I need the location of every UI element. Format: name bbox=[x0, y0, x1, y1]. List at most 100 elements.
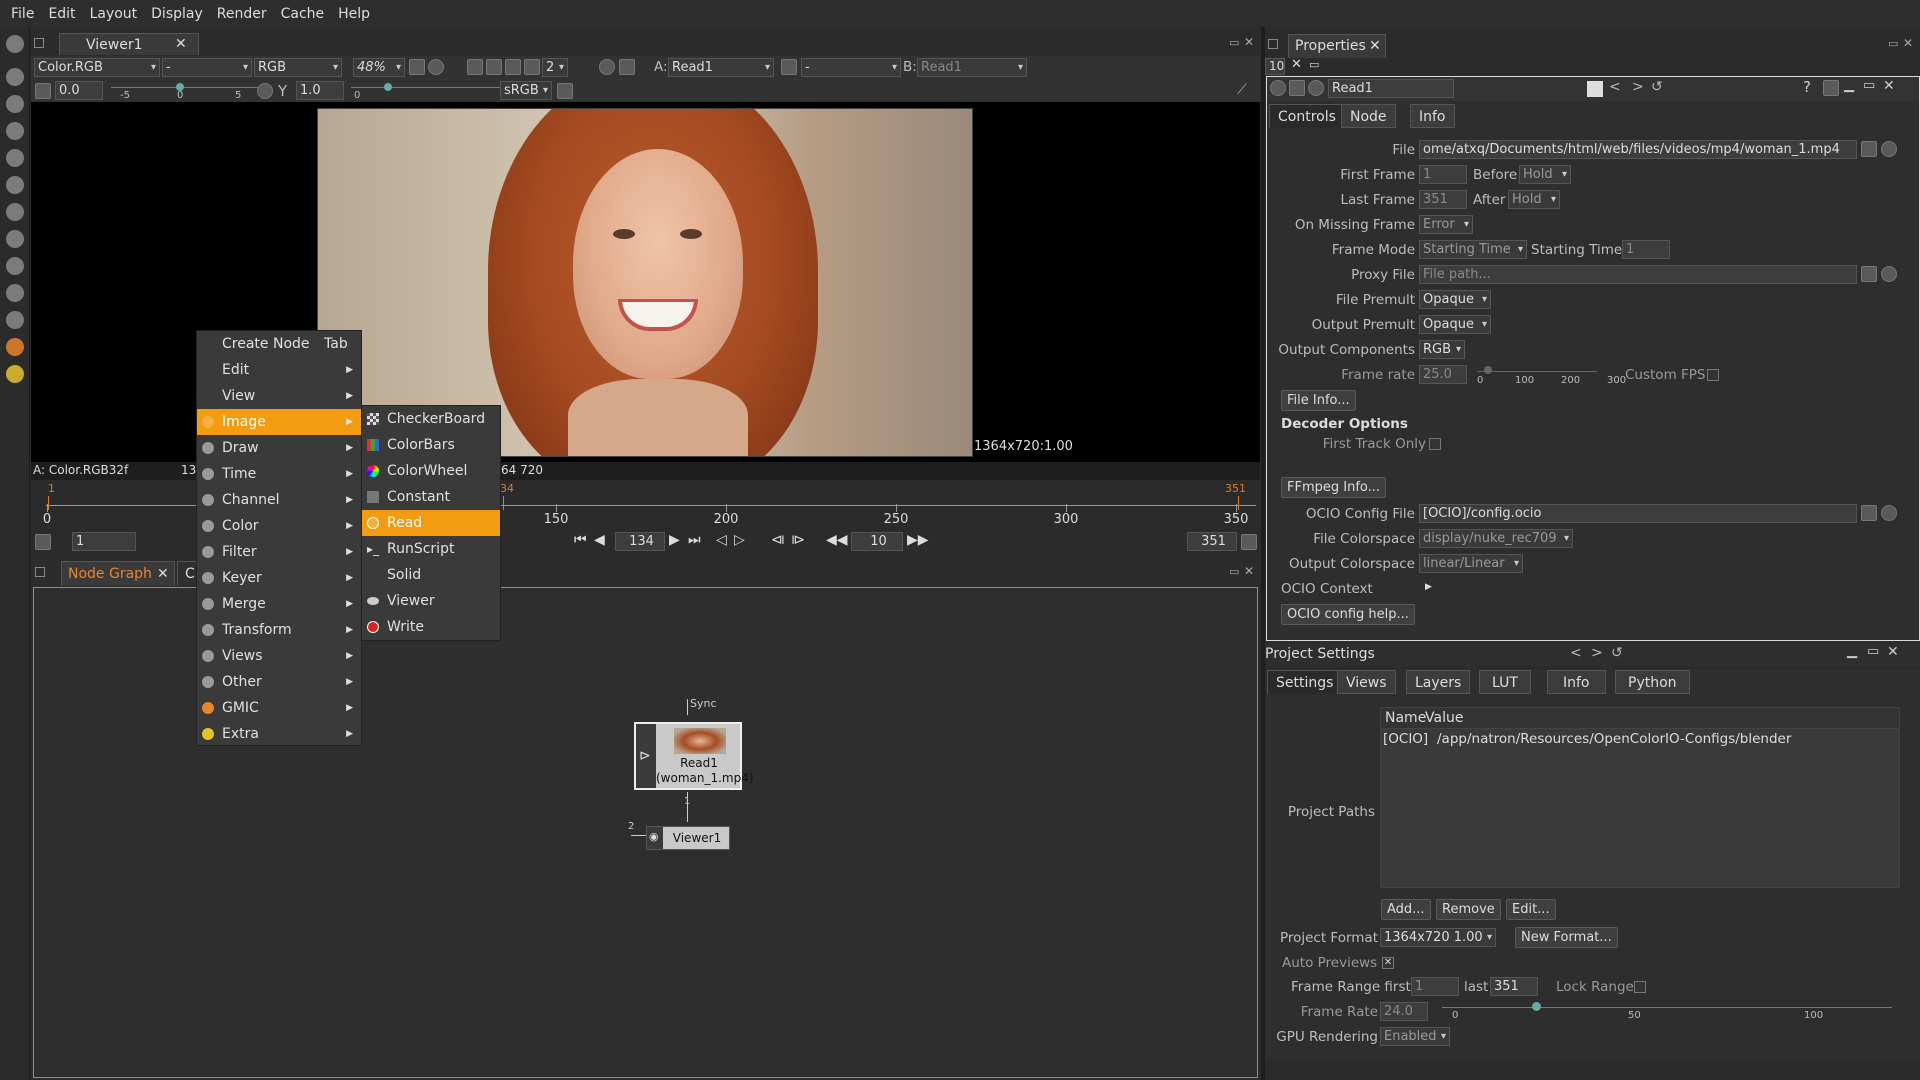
menu-edit[interactable]: Edit bbox=[41, 6, 82, 22]
menu-cache[interactable]: Cache bbox=[274, 6, 332, 22]
close-icon[interactable]: ✕ bbox=[175, 36, 187, 52]
project-format-combo[interactable]: 1364x720 1.00 bbox=[1380, 928, 1496, 947]
project-frame-rate-handle[interactable] bbox=[1532, 1002, 1541, 1011]
float-pane-icon[interactable]: ▭ bbox=[1229, 36, 1239, 49]
folder-icon[interactable] bbox=[1861, 505, 1877, 521]
menu-item-runscript[interactable]: ▸_ RunScript bbox=[362, 536, 500, 562]
undo-icon[interactable]: < bbox=[1609, 79, 1621, 95]
auto-contrast-icon[interactable] bbox=[257, 83, 273, 99]
prev-keyframe-icon[interactable]: ⧏ bbox=[771, 532, 785, 548]
clear-panels-icon[interactable]: ✕ bbox=[1291, 57, 1302, 72]
gamma-field[interactable]: 1.0 bbox=[296, 81, 344, 100]
input-b-combo[interactable]: Read1 bbox=[917, 58, 1027, 77]
add-param-icon[interactable] bbox=[1308, 80, 1324, 96]
image-tool-icon[interactable] bbox=[6, 35, 24, 53]
reload-icon[interactable] bbox=[1881, 266, 1897, 282]
close-panel-icon[interactable]: ✕ bbox=[1887, 644, 1899, 660]
checkerboard-toggle-icon[interactable] bbox=[557, 83, 573, 99]
gain-slider[interactable] bbox=[111, 87, 271, 88]
hide-unmodified-icon[interactable] bbox=[1823, 80, 1839, 96]
frame-mode-combo[interactable]: Starting Time bbox=[1419, 240, 1527, 259]
gamma-slider-handle[interactable] bbox=[384, 83, 392, 91]
frame-rate-slider[interactable] bbox=[1477, 371, 1597, 372]
last-frame-field[interactable]: 351 bbox=[1187, 532, 1237, 551]
tab-layers[interactable]: Layers bbox=[1406, 670, 1471, 694]
project-frame-rate-slider[interactable] bbox=[1442, 1007, 1892, 1008]
menu-item-colorbars[interactable]: ColorBars bbox=[362, 432, 500, 458]
minimize-icon[interactable]: ▁ bbox=[1844, 78, 1854, 93]
next-keyframe-icon[interactable]: ⧐ bbox=[791, 532, 805, 548]
pin-icon[interactable]: ⟋ bbox=[1237, 82, 1247, 98]
menu-item-create-node[interactable]: Create Node Tab bbox=[197, 331, 361, 357]
menu-item-view[interactable]: View ▶ bbox=[197, 383, 361, 409]
project-paths-table[interactable]: Name Value [OCIO] /app/natron/Resources/… bbox=[1380, 707, 1900, 888]
menu-render[interactable]: Render bbox=[210, 6, 274, 22]
viewer1-node[interactable]: ◉ Viewer1 bbox=[646, 826, 730, 850]
custom-fps-checkbox[interactable] bbox=[1707, 369, 1719, 381]
ocio-help-button[interactable]: OCIO config help... bbox=[1281, 604, 1415, 625]
menu-item-extra[interactable]: Extra ▶ bbox=[197, 721, 361, 747]
in-point-icon[interactable] bbox=[35, 534, 51, 550]
menu-item-views[interactable]: Views ▶ bbox=[197, 643, 361, 669]
menu-item-merge[interactable]: Merge ▶ bbox=[197, 591, 361, 617]
node-settings-icon[interactable] bbox=[1289, 80, 1305, 96]
close-pane-icon[interactable]: ✕ bbox=[1244, 35, 1254, 49]
remove-path-button[interactable]: Remove bbox=[1436, 899, 1501, 920]
restore-defaults-icon[interactable]: ↺ bbox=[1651, 79, 1663, 95]
menu-item-image[interactable]: Image ▶ bbox=[197, 409, 361, 435]
last-frame-field[interactable]: 351 bbox=[1419, 190, 1467, 209]
tab-properties[interactable]: Properties ✕ bbox=[1288, 34, 1386, 58]
menu-item-colorwheel[interactable]: ColorWheel bbox=[362, 458, 500, 484]
reload-icon[interactable] bbox=[1881, 505, 1897, 521]
pane-menu-icon[interactable] bbox=[35, 567, 45, 577]
channel-tool-icon[interactable] bbox=[6, 122, 24, 140]
menu-item-solid[interactable]: Solid bbox=[362, 562, 500, 588]
menu-item-constant[interactable]: Constant bbox=[362, 484, 500, 510]
crosshair-icon[interactable] bbox=[428, 59, 444, 75]
ocio-config-field[interactable]: [OCIO]/config.ocio bbox=[1419, 504, 1857, 523]
tab-info[interactable]: Info bbox=[1410, 104, 1455, 128]
ffmpeg-info-button[interactable]: FFmpeg Info... bbox=[1281, 477, 1387, 498]
pane-menu-icon[interactable] bbox=[34, 38, 44, 48]
float-pane-icon[interactable]: ▭ bbox=[1229, 565, 1239, 578]
undo-icon[interactable]: < bbox=[1570, 645, 1582, 661]
auto-previews-checkbox[interactable]: ✕ bbox=[1382, 957, 1394, 969]
frame-rate-field[interactable]: 25.0 bbox=[1419, 365, 1467, 384]
viewer-colorspace-combo[interactable]: sRGB bbox=[500, 81, 552, 100]
gmic-tool-icon[interactable] bbox=[6, 338, 24, 356]
composite-operator-icon[interactable] bbox=[781, 59, 797, 75]
output-colorspace-combo[interactable]: linear/Linear bbox=[1419, 554, 1523, 573]
menu-item-read[interactable]: Read bbox=[362, 510, 500, 536]
close-icon[interactable]: ✕ bbox=[1369, 38, 1381, 54]
close-pane-icon[interactable]: ✕ bbox=[1244, 564, 1254, 578]
input-a-combo[interactable]: Read1 bbox=[668, 58, 774, 77]
refresh-icon[interactable] bbox=[599, 59, 615, 75]
current-frame-field[interactable]: 134 bbox=[615, 532, 665, 551]
tab-settings[interactable]: Settings bbox=[1267, 670, 1343, 694]
color-tool-icon[interactable] bbox=[6, 149, 24, 167]
table-row[interactable]: [OCIO] /app/natron/Resources/OpenColorIO… bbox=[1381, 730, 1899, 750]
menu-layout[interactable]: Layout bbox=[83, 6, 145, 22]
pause-icon[interactable] bbox=[619, 59, 635, 75]
reload-icon[interactable] bbox=[1881, 141, 1897, 157]
channels-combo[interactable]: Color.RGB bbox=[34, 58, 160, 77]
menu-file[interactable]: File bbox=[4, 6, 41, 22]
menu-item-transform[interactable]: Transform ▶ bbox=[197, 617, 361, 643]
expand-arrow-icon[interactable]: ▶ bbox=[1425, 582, 1432, 592]
first-frame-field[interactable]: 1 bbox=[1419, 165, 1467, 184]
zoom-combo[interactable]: 48% bbox=[353, 58, 405, 77]
prev-frame-icon[interactable]: ◁ bbox=[716, 532, 727, 548]
redo-icon[interactable]: > bbox=[1591, 645, 1603, 661]
skip-forward-icon[interactable]: ▶▶ bbox=[907, 532, 929, 548]
minimize-icon[interactable]: ▁ bbox=[1847, 644, 1857, 659]
after-combo[interactable]: Hold bbox=[1508, 190, 1560, 209]
max-panels-field[interactable]: 10 bbox=[1265, 58, 1285, 75]
menu-help[interactable]: Help bbox=[331, 6, 377, 22]
menu-display[interactable]: Display bbox=[144, 6, 210, 22]
float-icon[interactable]: ▭ bbox=[1863, 78, 1875, 93]
menu-item-keyer[interactable]: Keyer ▶ bbox=[197, 565, 361, 591]
keyer-tool-icon[interactable] bbox=[6, 203, 24, 221]
filter-tool-icon[interactable] bbox=[6, 176, 24, 194]
before-combo[interactable]: Hold bbox=[1519, 165, 1571, 184]
close-panel-icon[interactable]: ✕ bbox=[1883, 78, 1895, 94]
